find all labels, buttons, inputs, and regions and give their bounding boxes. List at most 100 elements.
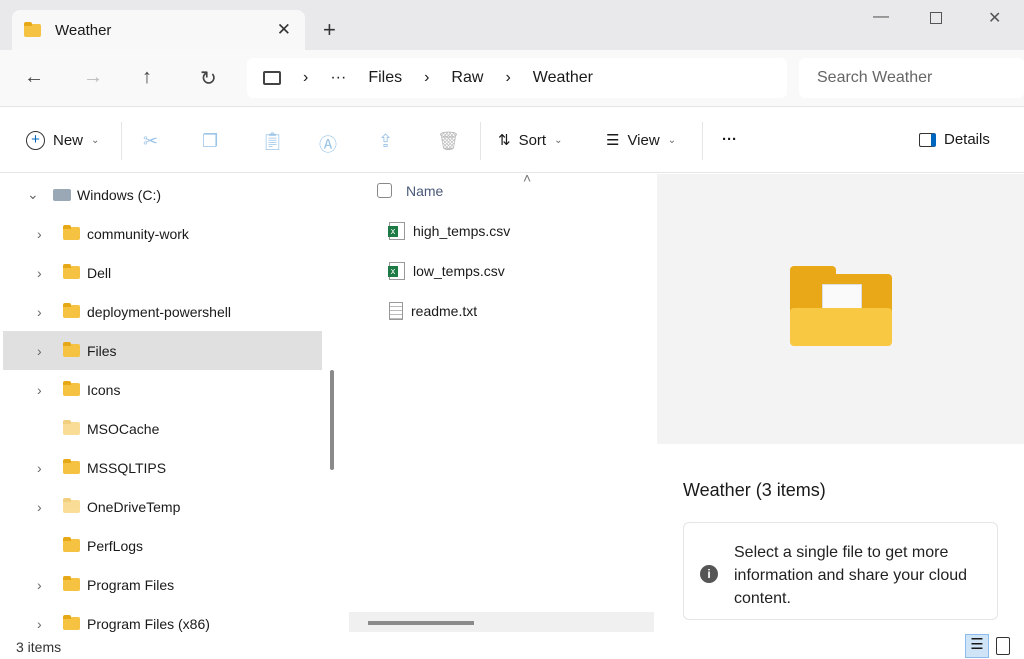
file-name: readme.txt bbox=[411, 303, 478, 319]
delete-icon[interactable]: 🗑︎ bbox=[437, 131, 460, 152]
file-row[interactable]: readme.txt bbox=[389, 302, 477, 320]
rename-icon[interactable]: Ⓐ bbox=[319, 131, 337, 157]
tree-item-windows-c[interactable]: ⌄ Windows (C:) bbox=[3, 175, 322, 214]
horizontal-scrollbar[interactable] bbox=[349, 612, 654, 632]
tree-item-label: OneDriveTemp bbox=[87, 498, 181, 515]
forward-button[interactable]: → bbox=[83, 66, 103, 89]
copy-icon[interactable]: ❐ bbox=[202, 131, 218, 152]
tree-item[interactable]: › Files bbox=[3, 331, 322, 370]
file-name: high_temps.csv bbox=[413, 223, 511, 239]
tree-item[interactable]: › community-work bbox=[3, 214, 322, 253]
folder-icon bbox=[63, 459, 80, 474]
sort-label: Sort bbox=[518, 131, 547, 149]
breadcrumb-files[interactable]: Files bbox=[368, 69, 402, 87]
folder-icon bbox=[63, 615, 80, 630]
chevron-right-icon[interactable]: › bbox=[37, 343, 42, 359]
folder-icon bbox=[24, 21, 41, 37]
plus-circle-icon: + bbox=[26, 131, 45, 150]
minimize-button[interactable]: — bbox=[873, 8, 889, 26]
tiles-view-button[interactable] bbox=[996, 637, 1010, 655]
folder-icon bbox=[63, 342, 80, 357]
tab-weather[interactable]: Weather ✕ bbox=[12, 10, 305, 50]
tree-item[interactable]: › MSSQLTIPS bbox=[3, 448, 322, 487]
breadcrumb-raw[interactable]: Raw bbox=[451, 69, 483, 87]
chevron-right-icon[interactable]: › bbox=[37, 304, 42, 320]
breadcrumb-weather[interactable]: Weather bbox=[533, 69, 593, 87]
divider bbox=[121, 122, 122, 160]
large-folder-icon bbox=[790, 266, 892, 346]
chevron-right-icon[interactable]: › bbox=[37, 382, 42, 398]
breadcrumb[interactable]: › ··· Files › Raw › Weather bbox=[247, 58, 787, 98]
tree-item[interactable]: › Icons bbox=[3, 370, 322, 409]
chevron-right-icon[interactable]: › bbox=[37, 265, 42, 281]
excel-file-icon bbox=[388, 262, 405, 280]
tree-item[interactable]: PerfLogs bbox=[3, 526, 322, 565]
folder-icon bbox=[63, 537, 80, 552]
tree-item-label: Program Files bbox=[87, 576, 175, 593]
sort-button[interactable]: ⇅ Sort ⌄ bbox=[498, 131, 562, 150]
details-message: Select a single file to get more informa… bbox=[734, 544, 968, 607]
tree-item-label: Windows (C:) bbox=[77, 186, 162, 203]
view-button[interactable]: ☰ View ⌄ bbox=[606, 131, 676, 150]
nav-scrollbar[interactable] bbox=[330, 370, 334, 470]
tree-item-label: PerfLogs bbox=[87, 537, 144, 554]
tree-item[interactable]: › deployment-powershell bbox=[3, 292, 322, 331]
maximize-button[interactable] bbox=[930, 12, 942, 24]
details-view-button[interactable]: ☰ bbox=[965, 634, 989, 658]
up-button[interactable]: ↑ bbox=[142, 66, 152, 89]
tree-item[interactable]: › OneDriveTemp bbox=[3, 487, 322, 526]
chevron-right-icon[interactable]: › bbox=[303, 69, 308, 87]
chevron-right-icon[interactable]: › bbox=[505, 69, 510, 87]
details-title: Weather (3 items) bbox=[683, 480, 826, 500]
file-row[interactable]: low_temps.csv bbox=[388, 262, 505, 280]
tree-item-label: MSOCache bbox=[87, 420, 160, 437]
chevron-down-icon[interactable]: ⌄ bbox=[27, 186, 39, 203]
folder-icon bbox=[63, 303, 80, 318]
share-icon[interactable]: ⇪ bbox=[378, 131, 393, 152]
chevron-right-icon[interactable]: › bbox=[37, 616, 42, 632]
sort-ascending-icon: ˄ bbox=[523, 170, 532, 186]
excel-file-icon bbox=[388, 222, 405, 240]
chevron-right-icon[interactable]: › bbox=[37, 460, 42, 476]
new-button[interactable]: + New ⌄ bbox=[26, 131, 99, 150]
tree-item-label: Program Files (x86) bbox=[87, 615, 210, 632]
column-header-name[interactable]: Name bbox=[406, 183, 443, 199]
new-tab-button[interactable]: + bbox=[323, 17, 336, 43]
paste-icon[interactable]: 📋︎ bbox=[261, 131, 284, 152]
folder-icon bbox=[63, 498, 80, 513]
breadcrumb-overflow[interactable]: ··· bbox=[330, 69, 346, 87]
cut-icon[interactable]: ✂ bbox=[143, 131, 158, 152]
tree-item[interactable]: › Dell bbox=[3, 253, 322, 292]
close-window-button[interactable]: ✕ bbox=[988, 8, 1001, 28]
tree-item-label: MSSQLTIPS bbox=[87, 459, 167, 476]
more-button[interactable]: ··· bbox=[722, 131, 737, 148]
folder-icon bbox=[63, 576, 80, 591]
details-button[interactable]: Details bbox=[919, 131, 990, 148]
chevron-right-icon[interactable]: › bbox=[37, 499, 42, 515]
tree-item-label: community-work bbox=[87, 225, 189, 242]
close-tab-icon[interactable]: ✕ bbox=[277, 20, 291, 40]
search-input[interactable]: Search Weather bbox=[799, 58, 1024, 98]
file-row[interactable]: high_temps.csv bbox=[388, 222, 511, 240]
file-list: Name ˄ high_temps.csv low_temps.csvreadme… bbox=[345, 170, 656, 635]
chevron-right-icon[interactable]: › bbox=[37, 577, 42, 593]
select-all-checkbox[interactable] bbox=[377, 183, 392, 198]
tree-item[interactable]: MSOCache bbox=[3, 409, 322, 448]
folder-icon bbox=[63, 264, 80, 279]
back-button[interactable]: ← bbox=[24, 66, 44, 89]
tree-item[interactable]: › Program Files (x86) bbox=[3, 604, 322, 635]
view-icon: ☰ bbox=[606, 132, 620, 149]
sort-icon: ⇅ bbox=[498, 132, 511, 149]
chevron-right-icon[interactable]: › bbox=[37, 226, 42, 242]
file-name: low_temps.csv bbox=[413, 263, 505, 279]
chevron-right-icon[interactable]: › bbox=[424, 69, 429, 87]
folder-icon bbox=[63, 225, 80, 240]
drive-icon bbox=[53, 188, 71, 201]
folder-icon bbox=[63, 381, 80, 396]
refresh-button[interactable]: ↻ bbox=[200, 66, 217, 91]
tree-item[interactable]: › Program Files bbox=[3, 565, 322, 604]
folder-icon bbox=[63, 420, 80, 435]
tree-item-label: Icons bbox=[87, 381, 121, 398]
item-count: 3 items bbox=[16, 639, 62, 655]
info-icon: i bbox=[700, 565, 718, 583]
